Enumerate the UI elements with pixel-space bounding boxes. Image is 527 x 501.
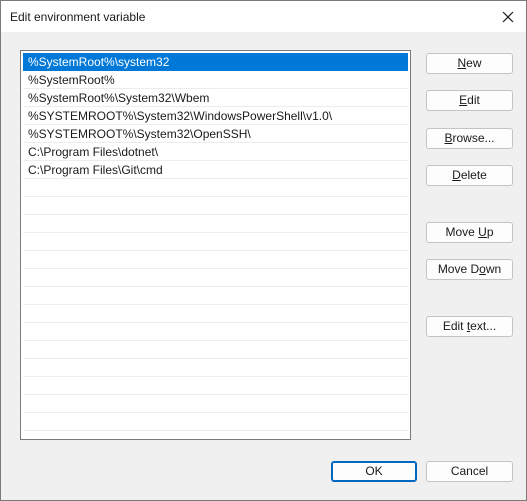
path-list-empty-row[interactable]	[23, 413, 408, 431]
edit-environment-variable-dialog: Edit environment variable %SystemRoot%\s…	[0, 0, 527, 501]
path-list-empty-row[interactable]	[23, 395, 408, 413]
browse-button[interactable]: Browse...	[426, 128, 513, 149]
window-title: Edit environment variable	[10, 10, 146, 24]
path-list-item[interactable]: C:\Program Files\dotnet\	[23, 143, 408, 161]
path-list-item-text: C:\Program Files\Git\cmd	[28, 163, 163, 177]
move-down-button[interactable]: Move Down	[426, 259, 513, 280]
path-list-empty-row[interactable]	[23, 179, 408, 197]
path-list-empty-row[interactable]	[23, 233, 408, 251]
path-list-empty-row[interactable]	[23, 251, 408, 269]
close-icon	[502, 11, 514, 23]
path-list-item[interactable]: %SYSTEMROOT%\System32\WindowsPowerShell\…	[23, 107, 408, 125]
edit-button[interactable]: Edit	[426, 90, 513, 111]
cancel-button[interactable]: Cancel	[426, 461, 513, 482]
path-list-empty-row[interactable]	[23, 305, 408, 323]
path-list-item[interactable]: %SystemRoot%	[23, 71, 408, 89]
path-list-item[interactable]: %SYSTEMROOT%\System32\OpenSSH\	[23, 125, 408, 143]
path-list-empty-row[interactable]	[23, 215, 408, 233]
path-list-item-text: %SystemRoot%\system32	[28, 55, 170, 69]
title-bar[interactable]: Edit environment variable	[1, 1, 526, 32]
ok-button[interactable]: OK	[331, 461, 417, 482]
edit-text-button[interactable]: Edit text...	[426, 316, 513, 337]
close-button[interactable]	[490, 1, 526, 32]
path-list[interactable]: %SystemRoot%\system32 %SystemRoot% %System…	[20, 50, 411, 440]
path-list-empty-row[interactable]	[23, 377, 408, 395]
path-list-empty-row[interactable]	[23, 287, 408, 305]
path-list-empty-row[interactable]	[23, 341, 408, 359]
path-list-item-text: C:\Program Files\dotnet\	[28, 145, 159, 159]
path-list-empty-row[interactable]	[23, 197, 408, 215]
move-up-button[interactable]: Move Up	[426, 222, 513, 243]
new-button[interactable]: New	[426, 53, 513, 74]
path-list-item-text: %SystemRoot%	[28, 73, 115, 87]
path-list-empty-row[interactable]	[23, 359, 408, 377]
delete-button[interactable]: Delete	[426, 165, 513, 186]
path-list-empty-row[interactable]	[23, 323, 408, 341]
path-list-item[interactable]: C:\Program Files\Git\cmd	[23, 161, 408, 179]
path-list-item-text: %SYSTEMROOT%\System32\OpenSSH\	[28, 127, 251, 141]
path-list-empty-row[interactable]	[23, 269, 408, 287]
path-list-item-text: %SystemRoot%\System32\Wbem	[28, 91, 210, 105]
path-list-item[interactable]: %SystemRoot%\System32\Wbem	[23, 89, 408, 107]
path-list-item-text: %SYSTEMROOT%\System32\WindowsPowerShell\…	[28, 109, 333, 123]
path-list-item[interactable]: %SystemRoot%\system32	[23, 53, 408, 71]
